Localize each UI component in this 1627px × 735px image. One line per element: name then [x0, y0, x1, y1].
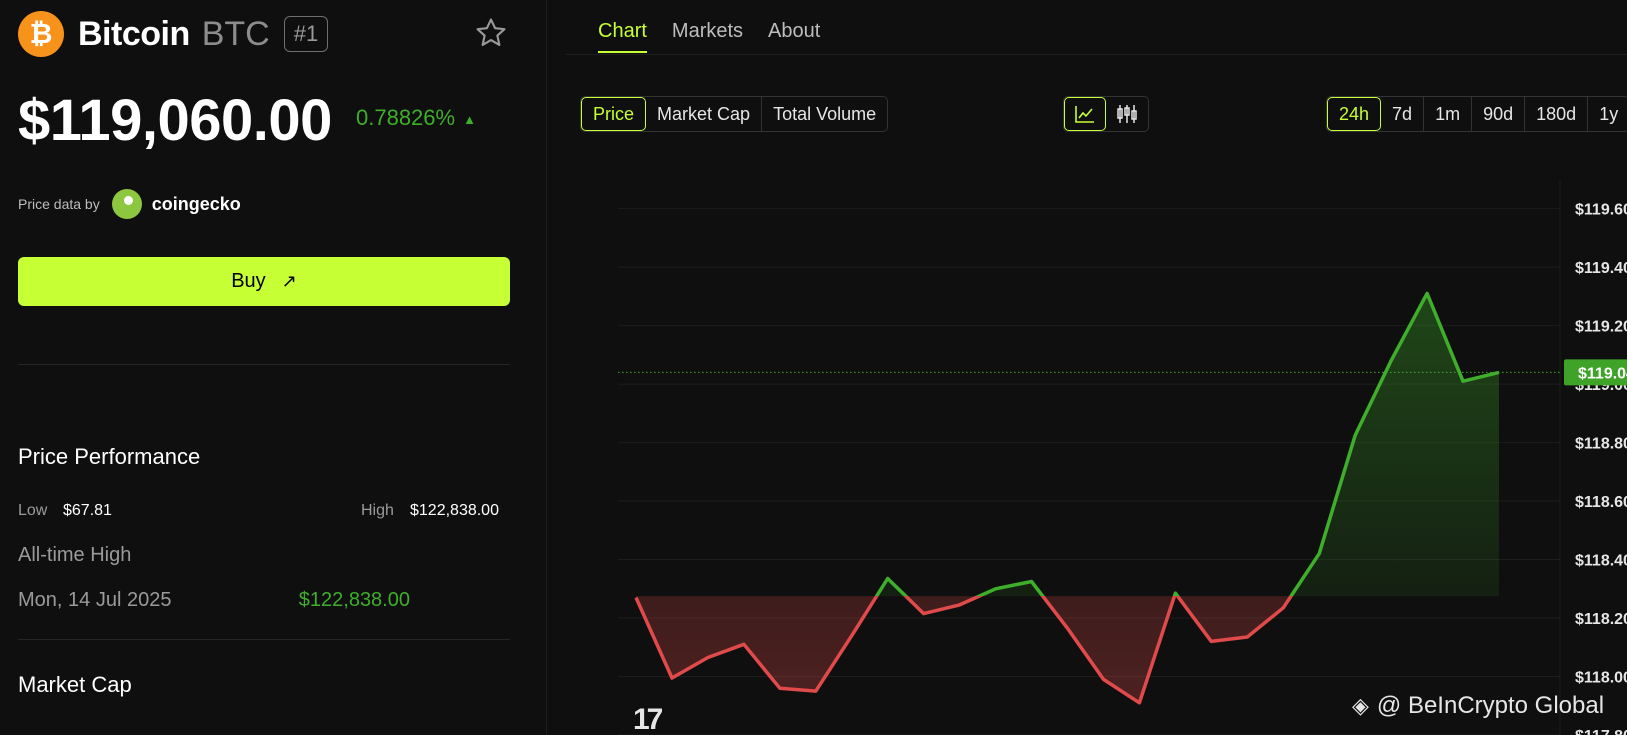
metric-selector: Price Market Cap Total Volume — [580, 96, 889, 132]
y-tick-label: $118.80K — [1575, 436, 1627, 453]
watermark-text: @ BeInCrypto Global — [1376, 692, 1605, 719]
arrow-up-right-icon: ↗ — [281, 271, 297, 291]
ath-label: All-time High — [18, 544, 132, 566]
tradingview-logo: 17 — [633, 703, 663, 735]
y-tick-label: $118.60K — [1575, 494, 1627, 511]
price-change: 0.78826% ▲ — [356, 105, 476, 131]
low-value: $67.81 — [63, 502, 112, 519]
watermark: ◈ @ BeInCrypto Global — [1352, 692, 1604, 720]
range-1m-button[interactable]: 1m — [1424, 97, 1473, 131]
panel-divider — [546, 0, 547, 735]
bitcoin-logo-icon: ₿ — [18, 11, 64, 57]
tab-about[interactable]: About — [768, 20, 820, 53]
line-chart-icon — [1075, 106, 1094, 123]
range-90d-button[interactable]: 90d — [1472, 97, 1526, 131]
price-chart-svg: $117.80K $118.00K $118.20K $118.40K $118.60K… — [618, 180, 1627, 735]
y-tick-label: $117.80K — [1575, 728, 1627, 735]
metric-price-button[interactable]: Price — [581, 97, 647, 131]
star-icon[interactable] — [474, 16, 508, 50]
candlestick-icon — [1117, 105, 1137, 123]
y-tick-label: $118.40K — [1575, 553, 1627, 570]
high-label: High — [361, 502, 394, 519]
tab-bar-divider — [566, 54, 1627, 55]
coin-name: Bitcoin — [78, 14, 190, 53]
current-price: $119,060.00 — [18, 88, 332, 153]
current-price-label: $119.04K — [1578, 365, 1627, 382]
y-tick-label: $118.20K — [1575, 611, 1627, 628]
rank-badge: #1 — [283, 16, 329, 52]
line-chart-button[interactable] — [1064, 97, 1106, 131]
y-tick-label: $119.40K — [1575, 260, 1627, 277]
divider — [18, 639, 510, 640]
divider — [18, 364, 510, 365]
coingecko-name: coingecko — [151, 193, 241, 214]
tab-chart[interactable]: Chart — [598, 20, 647, 53]
range-180d-button[interactable]: 180d — [1525, 97, 1589, 131]
chart-type-selector — [1063, 96, 1149, 132]
range-1y-button[interactable]: 1y — [1588, 97, 1627, 131]
y-tick-label: $119.60K — [1575, 202, 1627, 219]
market-cap-title: Market Cap — [18, 672, 132, 697]
ath-value: $122,838.00 — [298, 589, 410, 611]
range-selector: 24h 7d 1m 90d 180d 1y — [1326, 96, 1627, 132]
metric-market-cap-button[interactable]: Market Cap — [646, 97, 763, 131]
price-data-label: Price data by — [18, 196, 100, 212]
high-value: $122,838.00 — [410, 502, 499, 519]
candlestick-button[interactable] — [1106, 97, 1148, 131]
range-24h-button[interactable]: 24h — [1327, 97, 1382, 131]
range-7d-button[interactable]: 7d — [1381, 97, 1425, 131]
coin-panel: ₿ Bitcoin BTC #1 $119,060.00 0.78826% ▲ P… — [0, 0, 527, 735]
tab-bar: Chart Markets About — [598, 20, 845, 53]
price-data-source: Price data by coingecko — [18, 189, 241, 219]
up-arrow-icon: ▲ — [463, 111, 476, 127]
price-chart[interactable]: $117.80K $118.00K $118.20K $118.40K $118.60K… — [560, 180, 1627, 735]
coin-symbol: BTC — [201, 14, 270, 53]
coingecko-logo-icon — [111, 189, 142, 219]
price-change-value: 0.78826% — [356, 105, 456, 130]
metric-total-volume-button[interactable]: Total Volume — [762, 97, 887, 131]
low-label: Low — [18, 502, 48, 519]
app: ₿ Bitcoin BTC #1 $119,060.00 0.78826% ▲ P… — [0, 0, 1627, 735]
coin-header: ₿ Bitcoin BTC #1 — [18, 11, 329, 57]
y-tick-label: $119.20K — [1575, 319, 1627, 336]
buy-label: Buy — [231, 270, 266, 292]
price-performance-title: Price Performance — [18, 444, 201, 469]
ath-date: Mon, 14 Jul 2025 — [18, 589, 172, 611]
buy-button[interactable]: Buy ↗ — [18, 257, 510, 306]
tab-markets[interactable]: Markets — [672, 20, 743, 53]
y-tick-label: $118.00K — [1575, 670, 1627, 687]
diamond-icon: ◈ — [1352, 693, 1369, 718]
